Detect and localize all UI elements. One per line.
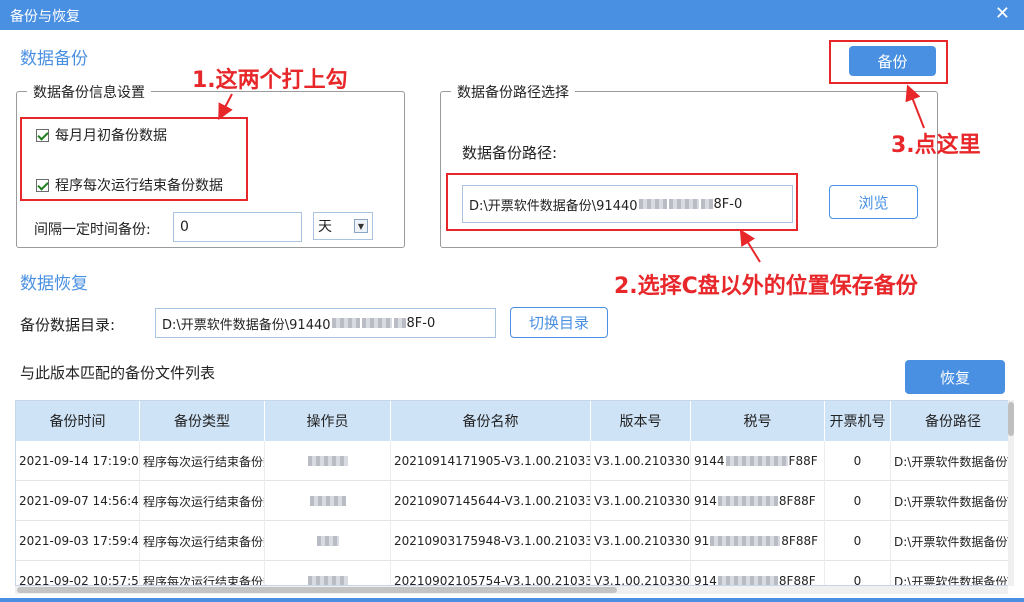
redacted-mark [361, 318, 392, 328]
taxno-prefix: 91 [694, 534, 710, 548]
backup-section-title: 数据备份 [20, 49, 88, 69]
col-header-version[interactable]: 版本号 [591, 401, 691, 441]
redacted-mark [717, 496, 778, 506]
taxno-prefix: 914 [694, 494, 717, 508]
cell-type: 程序每次运行结束备份数 [140, 521, 265, 561]
cell-type: 程序每次运行结束备份数 [140, 441, 265, 481]
table-header: 备份时间 备份类型 操作员 备份名称 版本号 税号 开票机号 备份路径 [16, 401, 1009, 441]
browse-button[interactable]: 浏览 [829, 185, 918, 219]
taxno-prefix: 914 [694, 574, 717, 586]
title-bar: 备份与恢复 ✕ [0, 0, 1024, 30]
cell-path: D:\开票软件数据备份\ [891, 481, 1009, 521]
backup-path-legend: 数据备份路径选择 [451, 82, 575, 102]
annotation-step1: 1.这两个打上勾 [192, 68, 348, 93]
redacted-mark [331, 318, 360, 328]
col-header-time[interactable]: 备份时间 [16, 401, 140, 441]
cell-machine: 0 [825, 561, 891, 585]
scrollbar-thumb[interactable] [17, 587, 617, 593]
restore-dir-suffix: 8F-0 [406, 315, 436, 331]
restore-button[interactable]: 恢复 [905, 360, 1005, 394]
redacted-mark [393, 318, 406, 328]
cell-operator [265, 561, 391, 585]
cell-time: 2021-09-07 14:56:44 [16, 481, 140, 521]
cell-path: D:\开票软件数据备份\ [891, 521, 1009, 561]
backup-file-table: 备份时间 备份类型 操作员 备份名称 版本号 税号 开票机号 备份路径 2021… [15, 400, 1010, 586]
cell-path: D:\开票软件数据备份\ [891, 561, 1009, 586]
col-header-machine[interactable]: 开票机号 [825, 401, 891, 441]
restore-dir-prefix: D:\开票软件数据备份\91440 [162, 317, 331, 333]
redacted-mark [710, 536, 781, 546]
scrollbar-thumb[interactable] [1008, 402, 1014, 436]
table-row[interactable]: 2021-09-03 17:59:48 程序每次运行结束备份数 20210903… [16, 521, 1009, 561]
taxno-suffix: F88F [788, 454, 818, 468]
cell-version: V3.1.00.210330 [591, 481, 691, 521]
interval-input[interactable]: 0 [173, 212, 302, 242]
redacted-mark [307, 576, 348, 585]
interval-label: 间隔一定时间备份: [34, 222, 151, 238]
redacted-mark [309, 496, 346, 506]
cell-name: 20210907145644-V3.1.00.210330-F [391, 481, 591, 521]
annotation-step2: 2.选择C盘以外的位置保存备份 [614, 274, 918, 299]
cell-name: 20210902105754-V3.1.00.210330-F [391, 561, 591, 585]
restore-dir-input[interactable]: D:\开票软件数据备份\91440 8F-0 [155, 308, 496, 338]
cell-time: 2021-09-02 10:57:54 [16, 561, 140, 585]
cell-taxno: 9144 F88F [691, 441, 825, 481]
cell-name: 20210914171905-V3.1.00.210330-F [391, 441, 591, 481]
cell-version: V3.1.00.210330 [591, 561, 691, 585]
redacted-mark [725, 456, 788, 466]
backup-path-label: 数据备份路径: [462, 144, 558, 162]
cell-operator [265, 521, 391, 561]
cell-name: 20210903175948-V3.1.00.210330-F [391, 521, 591, 561]
redacted-mark [307, 456, 348, 466]
interval-unit-select[interactable]: 天 ▼ [313, 212, 373, 240]
table-row[interactable]: 2021-09-02 10:57:54 程序每次运行结束备份数 20210902… [16, 561, 1009, 586]
restore-section-title: 数据恢复 [20, 274, 88, 294]
taxno-suffix: 8F88F [781, 534, 818, 548]
window-title: 备份与恢复 [10, 9, 80, 25]
taxno-prefix: 9144 [694, 454, 725, 468]
taxno-suffix: 8F88F [778, 574, 816, 586]
cell-machine: 0 [825, 481, 891, 521]
cell-machine: 0 [825, 521, 891, 561]
backup-settings-legend: 数据备份信息设置 [27, 82, 151, 102]
backup-list-title: 与此版本匹配的备份文件列表 [20, 364, 216, 382]
cell-type: 程序每次运行结束备份数 [140, 561, 265, 585]
cell-taxno: 91 8F88F [691, 521, 825, 561]
interval-unit-value: 天 [318, 219, 332, 235]
cell-operator [265, 481, 391, 521]
cell-time: 2021-09-14 17:19:05 [16, 441, 140, 481]
annotation-box-checkboxes [20, 117, 248, 201]
close-icon[interactable]: ✕ [995, 4, 1010, 24]
cell-machine: 0 [825, 441, 891, 481]
redacted-mark [717, 576, 778, 585]
window-bottom-border [0, 598, 1024, 602]
cell-taxno: 914 8F88F [691, 481, 825, 521]
annotation-step3: 3.点这里 [891, 133, 981, 158]
chevron-down-icon[interactable]: ▼ [354, 219, 368, 233]
cell-version: V3.1.00.210330 [591, 521, 691, 561]
table-horizontal-scrollbar[interactable] [15, 586, 1008, 594]
redacted-mark [316, 536, 339, 546]
cell-time: 2021-09-03 17:59:48 [16, 521, 140, 561]
cell-taxno: 914 8F88F [691, 561, 825, 586]
cell-type: 程序每次运行结束备份数 [140, 481, 265, 521]
cell-path: D:\开票软件数据备份\ [891, 441, 1009, 481]
annotation-box-path [446, 173, 798, 231]
annotation-box-backup [829, 40, 948, 84]
cell-operator [265, 441, 391, 481]
restore-dir-label: 备份数据目录: [20, 316, 116, 334]
interval-value: 0 [180, 219, 189, 235]
cell-version: V3.1.00.210330 [591, 441, 691, 481]
table-row[interactable]: 2021-09-14 17:19:05 程序每次运行结束备份数 20210914… [16, 441, 1009, 481]
col-header-taxno[interactable]: 税号 [691, 401, 825, 441]
table-vertical-scrollbar[interactable] [1008, 400, 1014, 586]
taxno-suffix: 8F88F [778, 494, 816, 508]
col-header-name[interactable]: 备份名称 [391, 401, 591, 441]
table-row[interactable]: 2021-09-07 14:56:44 程序每次运行结束备份数 20210907… [16, 481, 1009, 521]
col-header-path[interactable]: 备份路径 [891, 401, 1009, 441]
col-header-type[interactable]: 备份类型 [140, 401, 265, 441]
switch-dir-button[interactable]: 切换目录 [510, 307, 608, 338]
col-header-operator[interactable]: 操作员 [265, 401, 391, 441]
